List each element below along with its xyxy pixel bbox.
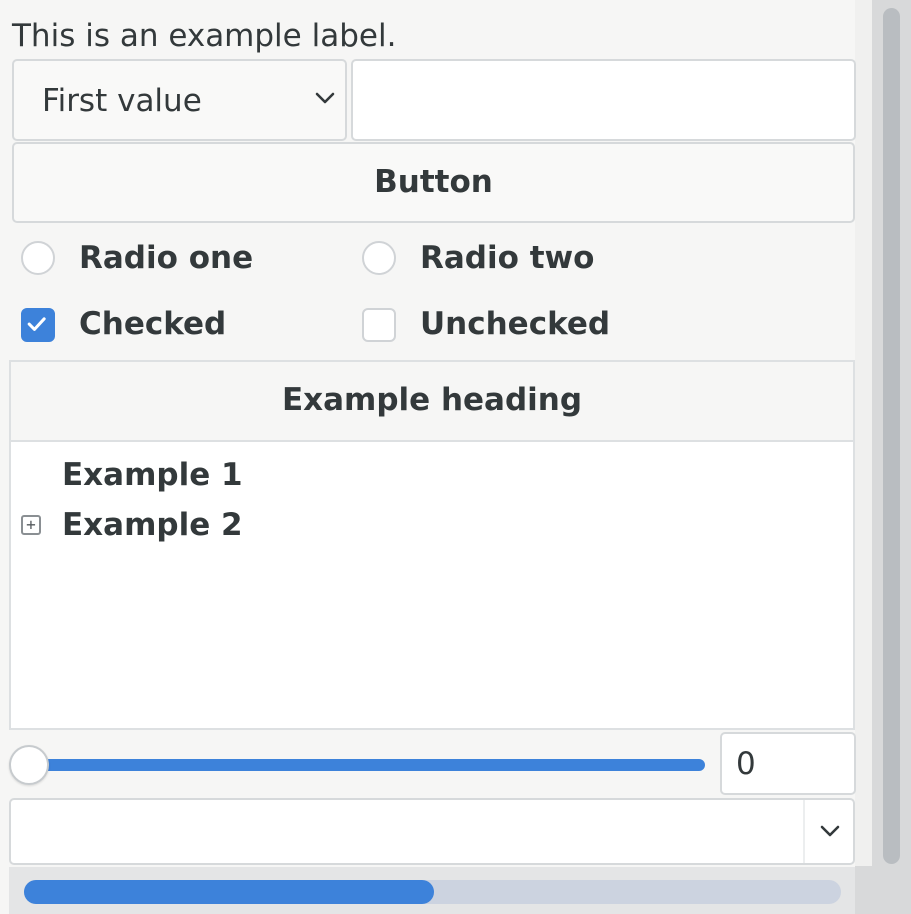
vertical-scrollbar-thumb[interactable] <box>883 8 900 864</box>
tree-row-label: Example 1 <box>62 457 243 493</box>
tree-column-header[interactable]: Example heading <box>11 362 853 442</box>
scrollbar-corner <box>855 866 911 914</box>
tree-view[interactable]: Example heading Example 1 + Example 2 <box>9 360 855 730</box>
unchecked-checkbox-label[interactable]: Unchecked <box>420 300 610 348</box>
entry-combobox[interactable] <box>9 798 855 865</box>
chevron-down-icon[interactable] <box>817 818 843 844</box>
radio-one-button[interactable] <box>21 241 55 275</box>
checked-checkbox-label[interactable]: Checked <box>79 300 226 348</box>
text-entry[interactable] <box>351 59 856 141</box>
combobox-divider <box>803 800 805 863</box>
radio-two-label[interactable]: Radio two <box>420 234 594 282</box>
radio-two-button[interactable] <box>362 241 396 275</box>
chevron-down-icon <box>315 92 335 104</box>
example-label: This is an example label. <box>12 18 397 54</box>
example-button[interactable]: Button <box>12 142 855 223</box>
radio-one-label[interactable]: Radio one <box>79 234 253 282</box>
horizontal-scrollbar-thumb[interactable] <box>24 880 434 904</box>
plus-expander-icon[interactable]: + <box>21 515 41 535</box>
value-combobox[interactable]: First value <box>12 59 347 141</box>
vscroll-gutter <box>855 0 872 866</box>
slider-handle[interactable] <box>9 745 49 785</box>
tree-row[interactable]: Example 1 <box>11 448 853 502</box>
slider-track[interactable] <box>30 759 705 771</box>
spin-button-value: 0 <box>736 746 756 782</box>
checked-checkbox[interactable] <box>21 308 55 342</box>
spin-button[interactable]: 0 <box>720 732 856 795</box>
unchecked-checkbox[interactable] <box>362 308 396 342</box>
checkmark-icon <box>27 317 46 331</box>
tree-row[interactable]: + Example 2 <box>11 498 853 552</box>
tree-row-label: Example 2 <box>62 507 243 543</box>
combobox-selected-value: First value <box>42 83 202 119</box>
